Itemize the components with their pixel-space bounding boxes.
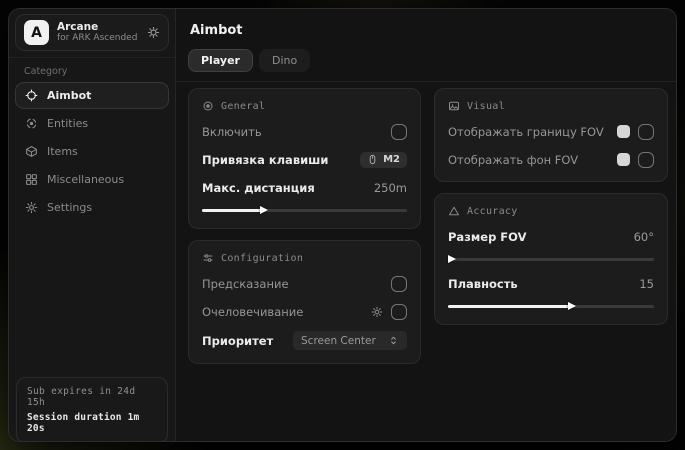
max-distance-value: 250m bbox=[374, 181, 407, 195]
panel-configuration: Configuration Предсказание Очеловечивани… bbox=[188, 240, 421, 364]
smoothness-slider[interactable] bbox=[448, 301, 654, 311]
sidebar-item-label: Aimbot bbox=[47, 89, 91, 102]
sidebar-item-settings[interactable]: Settings bbox=[15, 194, 169, 221]
session-duration-text: Session duration 1m 20s bbox=[27, 412, 157, 434]
sidebar-item-items[interactable]: Items bbox=[15, 138, 169, 165]
keybind-value: M2 bbox=[383, 154, 400, 165]
fov-background-color-swatch[interactable] bbox=[617, 153, 630, 166]
panel-visual: Visual Отображать границу FOV Отображать… bbox=[434, 88, 668, 182]
keybind-button[interactable]: M2 bbox=[360, 152, 407, 168]
fov-size-label: Размер FOV bbox=[448, 230, 527, 244]
sidebar-divider bbox=[9, 57, 175, 58]
prediction-checkbox[interactable] bbox=[391, 276, 407, 292]
sidebar-item-label: Items bbox=[47, 145, 78, 158]
smoothness-label: Плавность bbox=[448, 277, 518, 291]
app-subtitle: for ARK Ascended bbox=[57, 33, 137, 43]
enable-checkbox[interactable] bbox=[391, 124, 407, 140]
panel-accuracy: Accuracy Размер FOV 60° Плавность 15 bbox=[434, 193, 668, 325]
sliders-icon bbox=[202, 252, 214, 264]
brand-card: A Arcane for ARK Ascended bbox=[15, 14, 169, 51]
fov-background-checkbox[interactable] bbox=[638, 152, 654, 168]
app-name: Arcane bbox=[57, 21, 137, 33]
humanize-label: Очеловечивание bbox=[202, 305, 303, 319]
grid-icon bbox=[25, 173, 38, 186]
sub-expires-text: Sub expires in 24d 15h bbox=[27, 386, 157, 408]
max-distance-label: Макс. дистанция bbox=[202, 181, 315, 195]
panel-accuracy-title: Accuracy bbox=[467, 206, 518, 217]
unfold-icon bbox=[388, 335, 399, 346]
panel-general: General Включить Привязка клавиши M2 bbox=[188, 88, 421, 229]
sidebar-item-miscellaneous[interactable]: Miscellaneous bbox=[15, 166, 169, 193]
category-label: Category bbox=[24, 66, 169, 77]
panel-general-title: General bbox=[221, 101, 265, 112]
humanize-settings-gear-icon[interactable] bbox=[371, 306, 383, 318]
gear-icon bbox=[25, 201, 38, 214]
fov-border-label: Отображать границу FOV bbox=[448, 125, 604, 139]
humanize-checkbox[interactable] bbox=[391, 304, 407, 320]
target-icon bbox=[202, 100, 214, 112]
main-area: Aimbot Player Dino General bbox=[176, 9, 677, 441]
triangle-icon bbox=[448, 205, 460, 217]
package-icon bbox=[25, 145, 38, 158]
app-logo: A bbox=[24, 20, 49, 45]
slider-thumb[interactable] bbox=[260, 206, 268, 214]
app-window: A Arcane for ARK Ascended Category Aimbo… bbox=[8, 8, 677, 442]
subscription-status-card: Sub expires in 24d 15h Session duration … bbox=[16, 377, 168, 442]
priority-label: Приоритет bbox=[202, 334, 273, 348]
sidebar-item-label: Entities bbox=[47, 117, 88, 130]
fov-border-color-swatch[interactable] bbox=[617, 125, 630, 138]
slider-thumb[interactable] bbox=[448, 255, 456, 263]
max-distance-slider[interactable] bbox=[202, 205, 407, 215]
mouse-icon bbox=[367, 154, 378, 165]
crosshair-icon bbox=[25, 89, 38, 102]
enable-label: Включить bbox=[202, 125, 262, 139]
priority-selected-value: Screen Center bbox=[301, 335, 376, 347]
sidebar-item-aimbot[interactable]: Aimbot bbox=[15, 82, 169, 109]
fov-size-slider[interactable] bbox=[448, 254, 654, 264]
page-title: Aimbot bbox=[190, 23, 666, 38]
panel-configuration-title: Configuration bbox=[221, 253, 303, 264]
panel-visual-title: Visual bbox=[467, 101, 505, 112]
priority-dropdown[interactable]: Screen Center bbox=[293, 331, 407, 350]
prediction-label: Предсказание bbox=[202, 277, 289, 291]
sidebar-item-entities[interactable]: Entities bbox=[15, 110, 169, 137]
main-header: Aimbot Player Dino bbox=[176, 9, 677, 81]
gear-icon[interactable] bbox=[147, 26, 160, 39]
fov-size-value: 60° bbox=[634, 230, 654, 244]
sidebar-item-label: Settings bbox=[47, 201, 92, 214]
image-icon bbox=[448, 100, 460, 112]
fov-background-label: Отображать фон FOV bbox=[448, 153, 578, 167]
tab-player[interactable]: Player bbox=[188, 49, 253, 72]
keybind-label: Привязка клавиши bbox=[202, 153, 328, 167]
slider-thumb[interactable] bbox=[568, 302, 576, 310]
sidebar: A Arcane for ARK Ascended Category Aimbo… bbox=[9, 9, 176, 441]
sidebar-nav: Aimbot Entities Items Miscellaneous bbox=[15, 82, 169, 221]
fov-border-checkbox[interactable] bbox=[638, 124, 654, 140]
tab-dino[interactable]: Dino bbox=[259, 49, 310, 72]
radar-icon bbox=[25, 117, 38, 130]
smoothness-value: 15 bbox=[639, 277, 654, 291]
tab-bar: Player Dino bbox=[188, 49, 666, 72]
sidebar-item-label: Miscellaneous bbox=[47, 173, 124, 186]
content: General Включить Привязка клавиши M2 bbox=[176, 82, 677, 364]
